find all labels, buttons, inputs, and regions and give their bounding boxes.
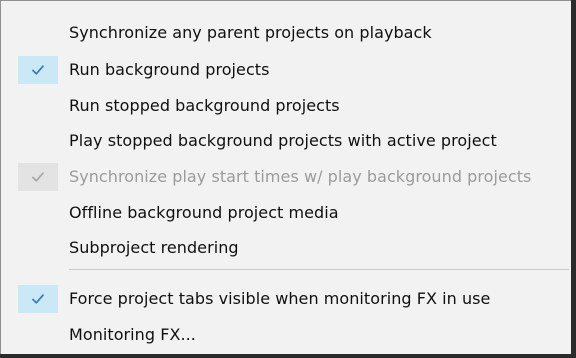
checkmark-icon [32, 64, 44, 75]
menu-item-label: Offline background project media [69, 203, 339, 222]
menu-item-force-project-tabs-visible[interactable]: Force project tabs visible when monitori… [7, 281, 571, 316]
menu-item-label: Play stopped background projects with ac… [69, 131, 497, 150]
menu-item-check-slot [7, 281, 69, 316]
menu-item-check-slot [7, 15, 69, 50]
menu-item-synchronize-parent-projects[interactable]: Synchronize any parent projects on playb… [7, 15, 571, 50]
menu-item-check-slot [7, 88, 69, 123]
checkmark-icon [32, 293, 44, 304]
menu-item-label: Synchronize play start times w/ play bac… [69, 167, 532, 186]
menu-item-check-slot [7, 317, 69, 352]
menu-item-monitoring-fx[interactable]: Monitoring FX... [7, 317, 571, 352]
menu-item-check-area [18, 234, 58, 262]
menu-item-check-area [18, 127, 58, 155]
menu-item-label: Subproject rendering [69, 238, 239, 257]
menu-item-check-area [18, 199, 58, 227]
menu-shadow-bottom [0, 354, 576, 358]
menu-item-synchronize-play-start-times: Synchronize play start times w/ play bac… [7, 159, 571, 194]
menu-item-subproject-rendering[interactable]: Subproject rendering [7, 230, 571, 265]
menu-item-check-slot [7, 52, 69, 87]
menu-item-check-area [18, 55, 58, 84]
menu-shadow-right [571, 0, 576, 356]
menu-item-run-background-projects[interactable]: Run background projects [7, 52, 571, 87]
menu-item-check-area [18, 92, 58, 120]
menu-item-label: Synchronize any parent projects on playb… [69, 23, 432, 42]
menu-item-check-slot [7, 159, 69, 194]
menu-item-offline-background-project-media[interactable]: Offline background project media [7, 195, 571, 230]
menu-item-label: Force project tabs visible when monitori… [69, 289, 491, 308]
menu-item-play-stopped-background-projects[interactable]: Play stopped background projects with ac… [7, 123, 571, 158]
menu-item-run-stopped-background-projects[interactable]: Run stopped background projects [7, 88, 571, 123]
menu-item-label: Run background projects [69, 60, 270, 79]
context-menu: Synchronize any parent projects on playb… [0, 0, 574, 356]
menu-item-label: Run stopped background projects [69, 96, 340, 115]
menu-separator [69, 269, 569, 270]
menu-item-check-slot [7, 123, 69, 158]
menu-item-label: Monitoring FX... [69, 325, 196, 344]
checkmark-icon [32, 171, 44, 182]
menu-item-check-area [18, 284, 58, 313]
menu-item-check-area [18, 321, 58, 349]
menu-item-check-area [18, 162, 58, 191]
menu-item-check-slot [7, 230, 69, 265]
menu-item-check-slot [7, 195, 69, 230]
menu-item-check-area [18, 19, 58, 47]
